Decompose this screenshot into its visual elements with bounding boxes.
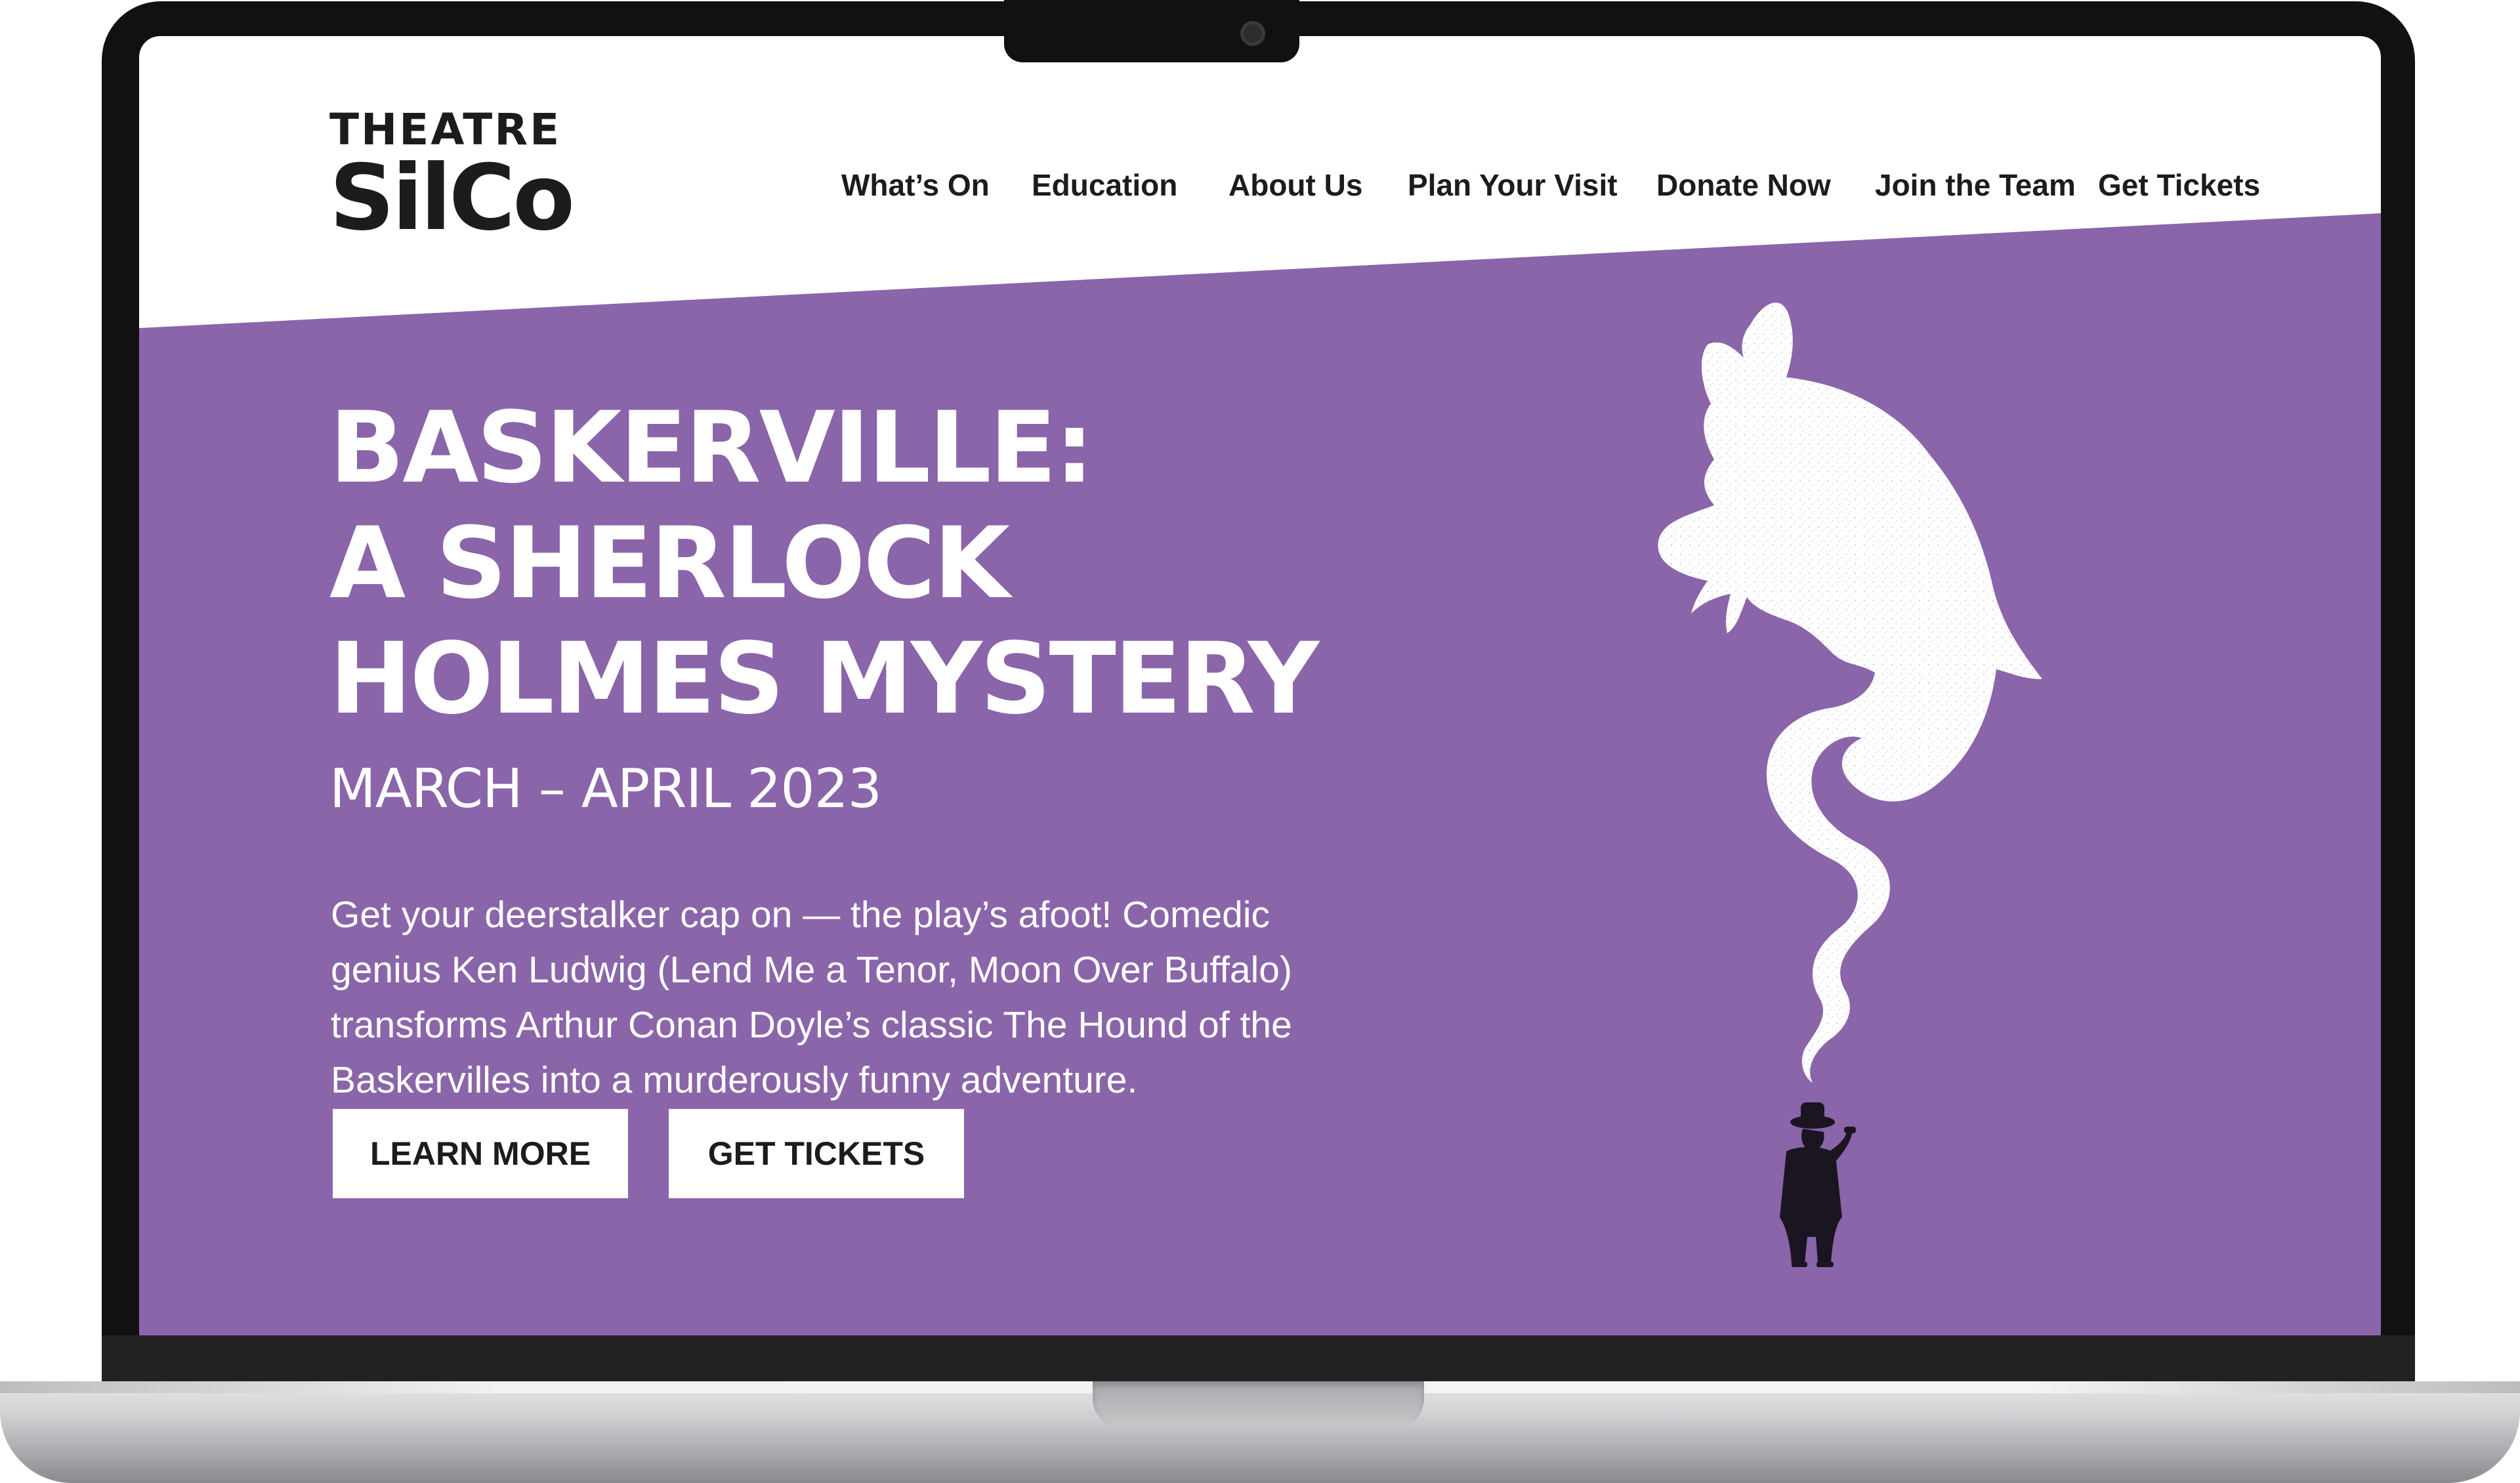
browser-viewport: THEATRE SilCo What’s On Education About …	[139, 36, 2381, 1335]
nav-item-education[interactable]: Education	[1032, 162, 1177, 208]
hero-title-line: A SHERLOCK	[329, 507, 1010, 621]
nav-item-join-the-team[interactable]: Join the Team	[1875, 162, 2076, 208]
hero-title: BASKERVILLE: A SHERLOCK HOLMES MYSTERY	[329, 390, 1319, 737]
get-tickets-button[interactable]: GET TICKETS	[669, 1109, 964, 1198]
laptop-lid-notch	[1093, 1381, 1424, 1429]
hero-description: Get your deerstalker cap on — the play’s…	[331, 894, 1292, 1101]
nav-item-donate-now[interactable]: Donate Now	[1656, 162, 1831, 208]
hound-smoke-icon	[1658, 303, 2042, 1083]
nav-item-whats-on[interactable]: What’s On	[841, 162, 990, 208]
camera-icon	[1240, 21, 1265, 46]
nav-item-get-tickets[interactable]: Get Tickets	[2098, 162, 2260, 208]
main-navigation: What’s On Education About Us Plan Your V…	[139, 162, 2381, 208]
hero-title-line: HOLMES MYSTERY	[329, 622, 1319, 736]
laptop-chin	[102, 1335, 2415, 1383]
nav-item-about-us[interactable]: About Us	[1228, 162, 1362, 208]
hound-illustration	[1658, 303, 2042, 1267]
learn-more-button[interactable]: LEARN MORE	[333, 1109, 628, 1198]
hero-title-line: BASKERVILLE:	[329, 391, 1094, 505]
nav-item-plan-your-visit[interactable]: Plan Your Visit	[1408, 162, 1618, 208]
detective-silhouette-icon	[1780, 1102, 1856, 1267]
hero-dates: MARCH – APRIL 2023	[329, 758, 882, 820]
